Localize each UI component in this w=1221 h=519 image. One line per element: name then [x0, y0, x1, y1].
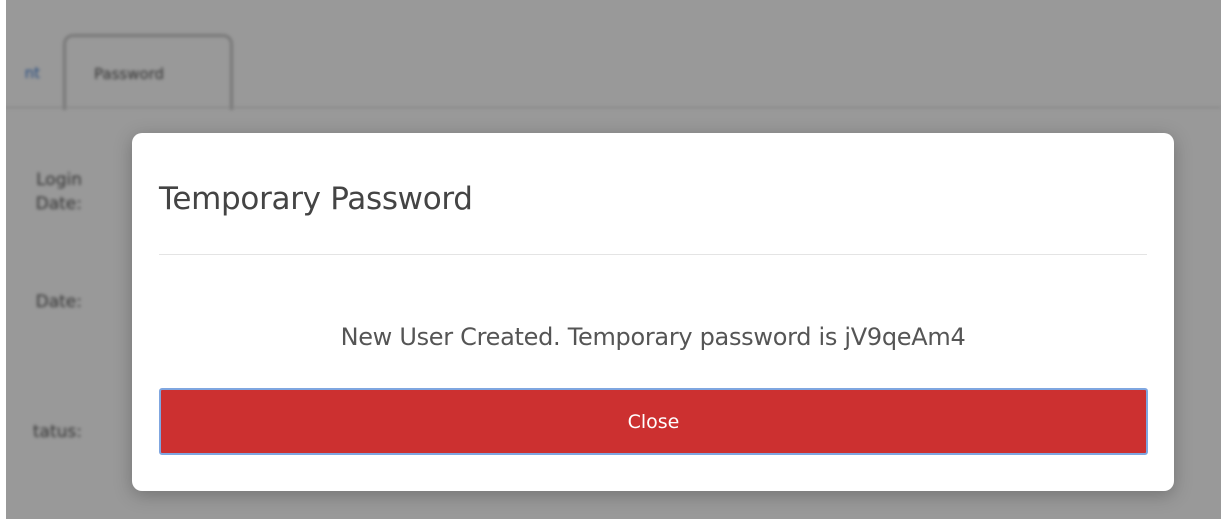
temporary-password-dialog: Temporary Password New User Created. Tem…	[132, 133, 1174, 491]
dialog-title: Temporary Password	[159, 181, 473, 217]
left-edge	[0, 0, 6, 519]
dialog-message: New User Created. Temporary password is …	[340, 323, 966, 351]
dialog-divider	[159, 254, 1147, 255]
close-button[interactable]: Close	[159, 388, 1148, 455]
